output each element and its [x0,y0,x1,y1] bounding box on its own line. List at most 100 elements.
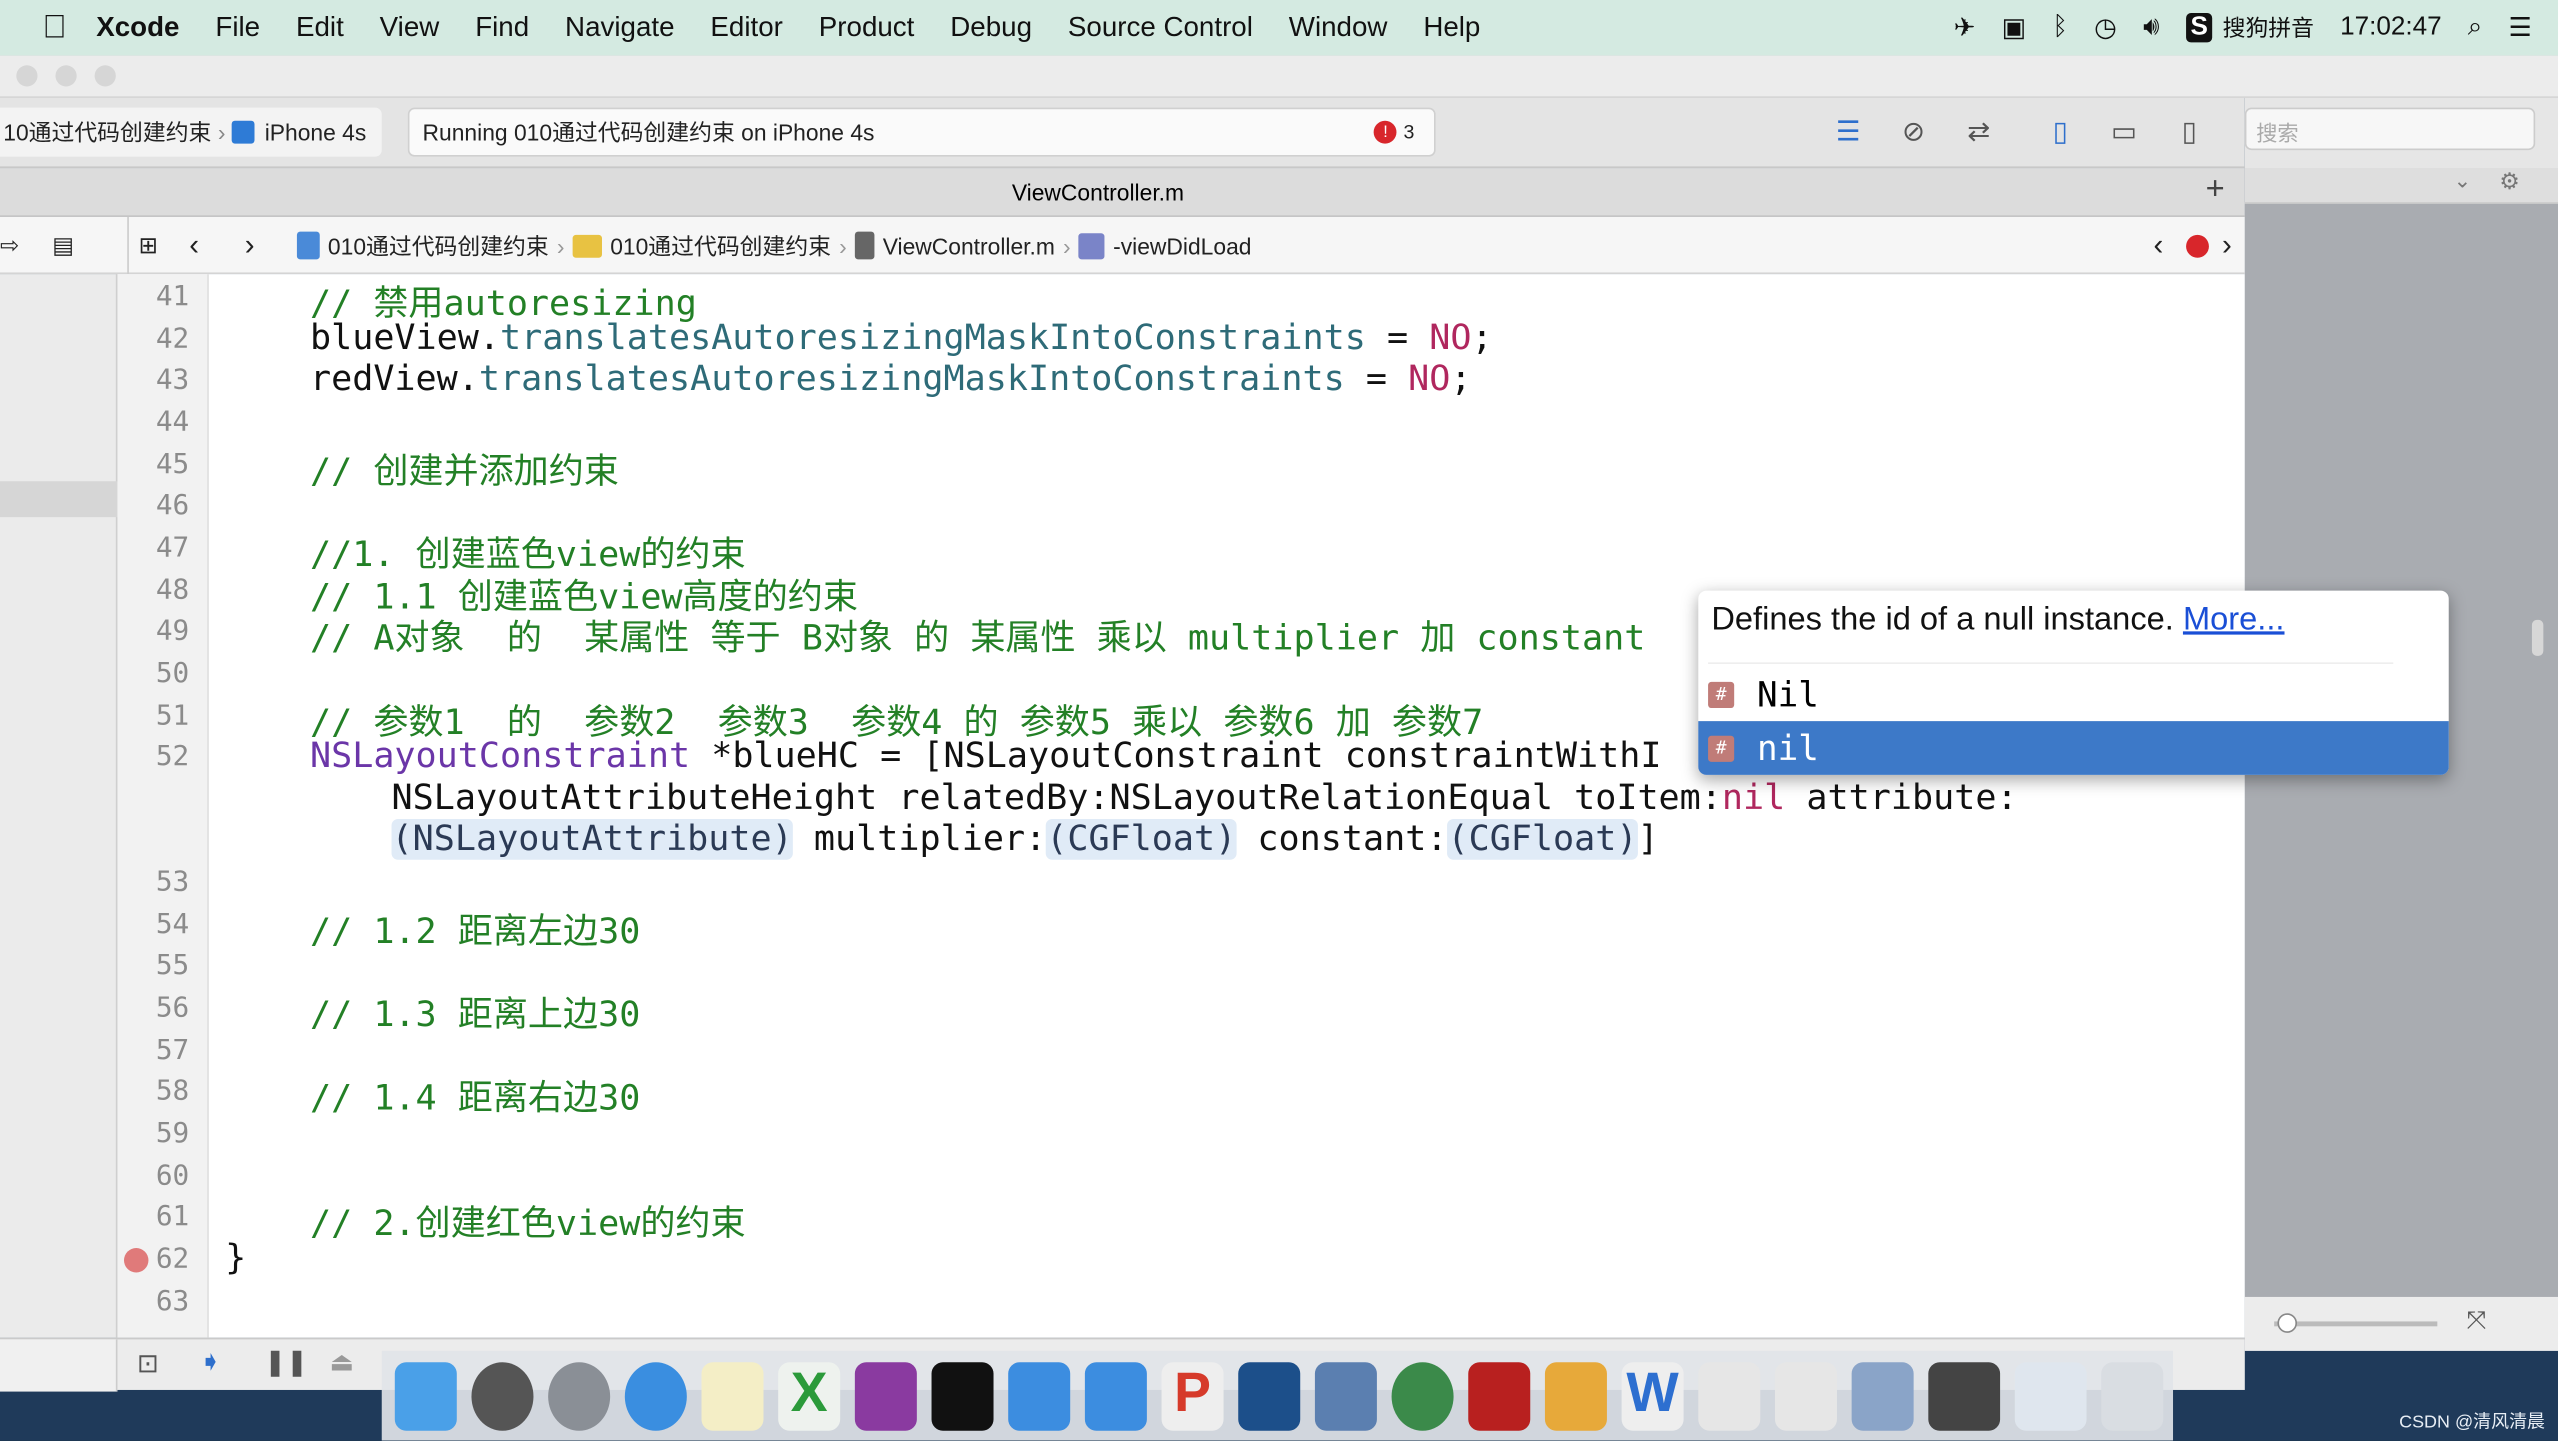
forward-button[interactable]: › [245,217,255,274]
input-method-label[interactable]: 搜狗拼音 [2223,11,2314,44]
word-icon[interactable]: W [1621,1361,1684,1430]
sketch-icon[interactable] [1544,1361,1607,1430]
xcode-icon[interactable] [1008,1361,1071,1430]
excel-icon[interactable]: X [778,1361,841,1430]
safari-icon[interactable] [624,1361,687,1430]
zoom-slider[interactable] [2274,1321,2438,1327]
utilities-toggle-icon[interactable]: ▯ [2165,111,2214,153]
code-line[interactable]: // 1.3 距离上边30 [310,987,640,1038]
code-line[interactable]: // 1.4 距离右边30 [310,1071,640,1122]
screen-sharing-icon[interactable] [1928,1361,2001,1430]
preview-icon[interactable] [1314,1361,1377,1430]
code-line[interactable]: // A对象 的 某属性 等于 B对象 的 某属性 乘以 multiplier … [310,610,1645,661]
system-preferences-icon[interactable] [471,1361,534,1430]
fit-icon[interactable]: ⤧ [2467,1307,2487,1335]
back-button[interactable]: ‹ [189,217,199,274]
debug-area-toggle-icon[interactable]: ▭ [2100,111,2149,153]
code-line[interactable]: } [225,1238,246,1279]
breadcrumb-project[interactable]: 010通过代码创建约束 [328,229,549,262]
comment-icon[interactable]: ▤ [52,217,74,274]
code-line[interactable]: // 1.2 距离左边30 [310,903,640,954]
finder-icon[interactable] [394,1361,457,1430]
line-number-gutter[interactable]: 41 42 43 44 45 46 47 48 49 50 51 52 53 54 55 56 57 58 59 60… [117,274,209,1338]
version-editor-icon[interactable]: ⇄ [1954,111,2003,153]
grid-icon[interactable]: ⊞ [127,216,158,275]
placeholder-token[interactable]: (CGFloat) [1447,819,1638,860]
camera-icon[interactable]: ▣ [2002,11,2027,44]
font-book-2-icon[interactable] [1774,1361,1837,1430]
terminal-icon[interactable] [931,1361,994,1430]
placeholder-token[interactable]: (NSLayoutAttribute) [391,819,793,860]
related-items-icon[interactable]: ⇨ [0,217,19,274]
library-search-input[interactable]: 搜索 [2244,107,2536,151]
filezilla-icon[interactable] [1468,1361,1531,1430]
menu-view[interactable]: View [380,11,440,44]
airplane-icon[interactable]: ✈ [1954,11,1976,44]
menu-editor[interactable]: Editor [710,11,782,44]
step-over-icon[interactable]: ⏏ [330,1346,355,1379]
standard-editor-icon[interactable]: ☰ [1824,111,1873,153]
input-method-icon[interactable]: S [2185,13,2213,43]
minimize-window-button[interactable] [55,65,77,87]
menu-debug[interactable]: Debug [950,11,1032,44]
code-line[interactable]: // 2.创建红色view的约束 [310,1196,746,1247]
screenshot-icon[interactable] [1238,1361,1301,1430]
error-marker-icon[interactable] [123,1247,149,1273]
breadcrumb-group[interactable]: 010通过代码创建约束 [610,229,831,262]
app-store-icon[interactable] [1084,1361,1147,1430]
add-tab-button[interactable]: + [2206,171,2225,209]
menu-window[interactable]: Window [1289,11,1388,44]
chevron-down-icon[interactable]: ⌄ [2454,168,2472,194]
menu-navigate[interactable]: Navigate [565,11,674,44]
more-link[interactable]: More... [2183,602,2285,638]
navigator-selected-row[interactable] [0,481,118,518]
completion-item-selected[interactable]: # nil [1698,721,2449,775]
font-book-icon[interactable] [1698,1361,1761,1430]
menu-help[interactable]: Help [1423,11,1480,44]
tab-viewcontroller-m[interactable]: ViewController.m [0,179,2196,205]
error-count[interactable]: 3 [1404,121,1415,144]
onenote-icon[interactable] [854,1361,917,1430]
menu-source-control[interactable]: Source Control [1068,11,1253,44]
placeholder-token[interactable]: (CGFloat) [1046,819,1237,860]
hide-debug-area-icon[interactable]: ⊡ [137,1348,159,1381]
navigator-filter[interactable] [0,1339,118,1392]
volume-icon[interactable]: 🔊︎ [2143,13,2159,42]
menu-edit[interactable]: Edit [296,11,344,44]
issue-icon[interactable] [2186,217,2209,274]
time-machine-icon[interactable]: ◷ [2094,11,2117,44]
code-line[interactable]: blueView.translatesAutoresizingMaskIntoC… [310,318,1493,359]
breadcrumb-method[interactable]: -viewDidLoad [1113,232,1251,258]
code-line[interactable]: NSLayoutAttributeHeight relatedBy:NSLayo… [392,778,2018,819]
spotlight-search-icon[interactable]: ⌕ [2468,13,2483,42]
scheme-selector[interactable]: 10通过代码创建约束 › iPhone 4s [0,107,382,157]
zoom-slider-knob[interactable] [2277,1313,2298,1333]
zoom-window-button[interactable] [94,65,116,87]
breadcrumb-file[interactable]: ViewController.m [883,232,1055,258]
navigator-toggle-icon[interactable]: ▯ [2036,111,2085,153]
completion-item[interactable]: # Nil [1698,667,2448,721]
menu-find[interactable]: Find [475,11,529,44]
code-line[interactable]: // 创建并添加约束 [310,443,619,494]
scrollbar[interactable] [2531,619,2544,656]
breakpoints-toggle-icon[interactable]: ➧ [199,1346,222,1379]
next-issue-button[interactable]: › [2222,217,2232,274]
pause-icon[interactable]: ❚❚ [264,1346,308,1379]
notification-center-icon[interactable]: ☰ [2509,11,2532,44]
menu-app-xcode[interactable]: Xcode [96,11,179,44]
trash-icon[interactable] [2101,1361,2164,1430]
menu-product[interactable]: Product [819,11,915,44]
image-capture-icon[interactable] [1851,1361,1914,1430]
code-line[interactable]: redView.translatesAutoresizingMaskIntoCo… [310,359,1472,400]
launchpad-icon[interactable] [548,1361,611,1430]
code-line[interactable]: NSLayoutConstraint *blueHC = [NSLayoutCo… [310,736,1662,777]
previous-issue-button[interactable]: ‹ [2153,217,2163,274]
code-line[interactable]: (NSLayoutAttribute) multiplier:(CGFloat)… [391,819,1659,860]
downloads-stack-icon[interactable] [2014,1361,2087,1430]
menu-file[interactable]: File [215,11,260,44]
assistant-editor-icon[interactable]: ⊘ [1889,111,1938,153]
close-window-button[interactable] [16,65,38,87]
clock[interactable]: 17:02:47 [2340,13,2442,42]
error-icon[interactable]: ! [1374,120,1397,144]
instruments-icon[interactable] [1391,1361,1454,1430]
